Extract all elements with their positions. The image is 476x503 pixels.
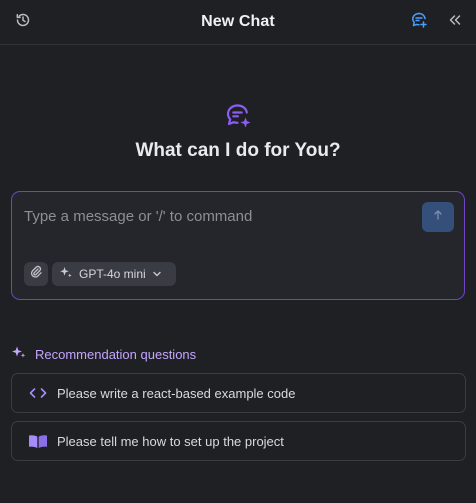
arrow-up-icon (432, 208, 444, 226)
book-icon (28, 433, 48, 449)
page-title: New Chat (201, 13, 275, 30)
double-chevron-left-icon (447, 12, 463, 33)
hero-title: What can I do for You? (135, 140, 341, 161)
recommendation-label: Please tell me how to set up the project (57, 433, 284, 449)
chat-sparkle-icon (224, 102, 254, 132)
new-chat-button[interactable] (408, 11, 430, 33)
recommendation-item[interactable]: Please write a react-based example code (11, 373, 466, 413)
attach-button[interactable] (24, 262, 48, 286)
recommendations-header: Recommendation questions (11, 344, 196, 365)
model-select-label: GPT-4o mini (79, 267, 146, 281)
model-select[interactable]: GPT-4o mini (52, 262, 176, 286)
history-button[interactable] (12, 11, 34, 33)
recommendations-title: Recommendation questions (35, 347, 197, 362)
recommendation-label: Please write a react-based example code (57, 385, 296, 401)
message-composer: Type a message or '/' to command GPT-4o … (11, 191, 465, 300)
header-divider (0, 44, 476, 45)
sparkle-icon (59, 265, 73, 284)
sparkle-icon (11, 344, 27, 365)
paperclip-icon (29, 265, 43, 284)
new-chat-icon (410, 11, 428, 34)
chevron-down-icon (152, 269, 162, 279)
message-input[interactable]: Type a message or '/' to command (24, 208, 404, 225)
recommendation-item[interactable]: Please tell me how to set up the project (11, 421, 466, 461)
history-icon (15, 12, 31, 33)
collapse-panel-button[interactable] (444, 11, 466, 33)
header: New Chat (0, 0, 476, 44)
code-icon (28, 385, 48, 401)
send-button[interactable] (422, 202, 454, 232)
